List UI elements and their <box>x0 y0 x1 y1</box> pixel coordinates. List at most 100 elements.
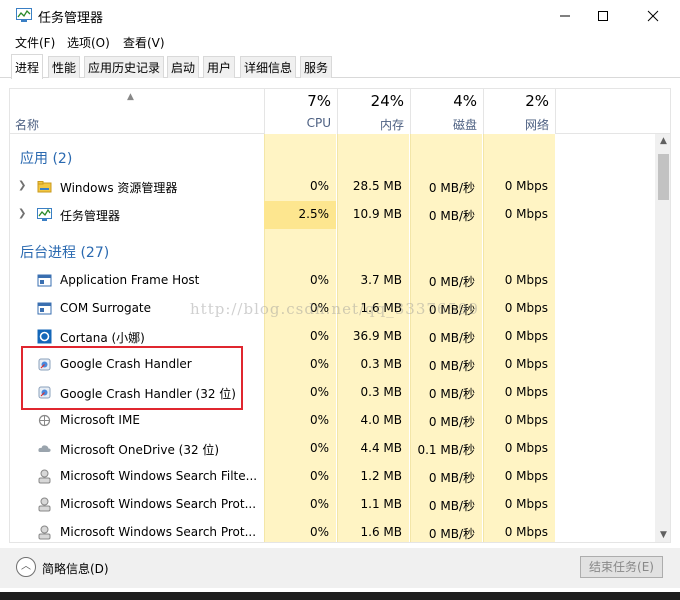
process-name: Microsoft Windows Search Prot... <box>60 525 256 539</box>
network-value: 0 Mbps <box>504 179 548 193</box>
column-cpu[interactable]: 7% CPU <box>264 89 337 134</box>
cpu-label: CPU <box>306 116 331 130</box>
cortana-icon <box>37 329 52 344</box>
onedrive-icon <box>38 445 51 452</box>
close-button[interactable] <box>630 0 676 31</box>
memory-value: 4.0 MB <box>360 413 402 427</box>
network-value: 0 Mbps <box>504 441 548 455</box>
disk-label: 磁盘 <box>452 118 477 132</box>
maximize-icon <box>598 10 608 21</box>
google-update-icon <box>38 358 51 371</box>
cpu-value: 0% <box>309 441 329 455</box>
memory-value: 4.4 MB <box>360 441 402 455</box>
tab-startup[interactable]: 启动 <box>167 56 200 78</box>
column-network[interactable]: 2% 网络 <box>483 89 556 134</box>
network-value: 0 Mbps <box>504 207 548 221</box>
fewer-details-chevron-icon[interactable]: ︿ <box>16 557 36 577</box>
menu-view[interactable]: 查看(V) <box>123 34 165 51</box>
memory-label: 内存 <box>379 118 404 132</box>
tab-app-history[interactable]: 应用历史记录 <box>84 56 165 78</box>
process-name: Microsoft IME <box>60 413 140 427</box>
memory-value: 0.3 MB <box>360 357 402 371</box>
process-row[interactable]: ❯ 任务管理器 2.5% 10.9 MB 0 MB/秒 0 Mbps <box>10 201 655 229</box>
close-icon <box>647 10 659 21</box>
column-memory[interactable]: 24% 内存 <box>337 89 410 134</box>
network-value: 0 Mbps <box>504 497 548 511</box>
network-value: 0 Mbps <box>504 525 548 539</box>
cpu-value: 2.5% <box>298 207 330 221</box>
menu-options[interactable]: 选项(O) <box>67 34 110 51</box>
process-row[interactable]: Microsoft OneDrive (32 位) 0% 4.4 MB 0.1 MB/… <box>10 435 655 463</box>
disk-total: 4% <box>453 92 477 110</box>
tab-processes[interactable]: 进程 <box>11 54 44 79</box>
process-row[interactable]: Microsoft Windows Search Filte... 0% 1.2 M… <box>10 463 655 491</box>
scroll-down-icon[interactable]: ▼ <box>655 530 670 542</box>
group-background[interactable]: 后台进程 (27) <box>20 242 109 262</box>
ime-icon <box>38 414 51 427</box>
task-manager-icon <box>16 8 32 22</box>
tab-services[interactable]: 服务 <box>300 56 333 78</box>
menu-file[interactable]: 文件(F) <box>15 34 55 51</box>
disk-value: 0 MB/秒 <box>428 499 475 513</box>
memory-value: 28.5 MB <box>352 179 402 193</box>
disk-value: 0 MB/秒 <box>428 415 475 429</box>
memory-value: 1.2 MB <box>360 469 402 483</box>
vertical-scrollbar[interactable]: ▲ ▼ <box>655 134 670 542</box>
fewer-details-link[interactable]: 简略信息(D) <box>42 560 109 577</box>
expand-chevron-icon[interactable]: ❯ <box>18 180 26 191</box>
watermark-text: http://blog.csdn.net/qq_33376599 <box>190 300 480 318</box>
disk-value: 0 MB/秒 <box>428 527 475 541</box>
process-name: Windows 资源管理器 <box>60 181 178 195</box>
title-bar[interactable]: 任务管理器 <box>0 0 680 31</box>
disk-value: 0 MB/秒 <box>428 181 475 195</box>
memory-value: 1.1 MB <box>360 497 402 511</box>
process-row[interactable]: Application Frame Host 0% 3.7 MB 0 MB/秒 0 Mb… <box>10 267 655 295</box>
cpu-value: 0% <box>309 357 329 371</box>
scroll-up-icon[interactable]: ▲ <box>655 136 670 150</box>
end-task-button[interactable]: 结束任务(E) <box>580 556 663 578</box>
network-value: 0 Mbps <box>504 329 548 343</box>
process-row[interactable]: Cortana (小娜) 0% 36.9 MB 0 MB/秒 0 Mbps <box>10 323 655 351</box>
process-row[interactable]: Microsoft Windows Search Prot... 0% 1.6 MB… <box>10 519 655 542</box>
process-row[interactable]: Google Crash Handler (32 位) 0% 0.3 MB 0 MB/… <box>10 379 655 407</box>
search-service-icon <box>38 469 51 484</box>
expand-chevron-icon[interactable]: ❯ <box>18 208 26 219</box>
process-name: Google Crash Handler (32 位) <box>60 387 236 401</box>
memory-total: 24% <box>370 92 404 110</box>
task-manager-window: 任务管理器 文件(F) 选项(O) 查看(V) 进程 性能 应用历史记录 启动 … <box>0 0 680 600</box>
column-name[interactable]: 名称 <box>15 116 39 133</box>
footer-bar: ︿ 简略信息(D) 结束任务(E) <box>0 548 680 588</box>
minimize-icon <box>560 15 570 16</box>
cpu-value: 0% <box>309 179 329 193</box>
cpu-total: 7% <box>307 92 331 110</box>
process-row[interactable]: ❯ Windows 资源管理器 0% 28.5 MB 0 MB/秒 0 Mbps <box>10 173 655 201</box>
search-service-icon <box>38 497 51 512</box>
group-apps[interactable]: 应用 (2) <box>20 148 72 168</box>
tab-users[interactable]: 用户 <box>203 56 236 78</box>
process-row[interactable]: Microsoft Windows Search Prot... 0% 1.1 MB… <box>10 491 655 519</box>
window-title: 任务管理器 <box>38 11 104 26</box>
process-row[interactable]: Google Crash Handler 0% 0.3 MB 0 MB/秒 0 Mbps <box>10 351 655 379</box>
memory-value: 3.7 MB <box>360 273 402 287</box>
tab-details[interactable]: 详细信息 <box>240 56 297 78</box>
scroll-thumb[interactable] <box>658 154 669 200</box>
cpu-value: 0% <box>309 329 329 343</box>
network-total: 2% <box>525 92 549 110</box>
process-row[interactable]: Microsoft IME 0% 4.0 MB 0 MB/秒 0 Mbps <box>10 407 655 435</box>
disk-value: 0 MB/秒 <box>428 387 475 401</box>
network-value: 0 Mbps <box>504 357 548 371</box>
tab-strip: 进程 性能 应用历史记录 启动 用户 详细信息 服务 <box>0 54 680 79</box>
disk-value: 0 MB/秒 <box>428 331 475 345</box>
network-value: 0 Mbps <box>504 413 548 427</box>
taskbar-edge <box>0 592 680 600</box>
window-app-icon <box>37 302 52 315</box>
cpu-value: 0% <box>309 497 329 511</box>
tab-performance[interactable]: 性能 <box>48 56 81 78</box>
maximize-button[interactable] <box>580 0 626 31</box>
process-name: Microsoft OneDrive (32 位) <box>60 443 220 457</box>
disk-value: 0 MB/秒 <box>428 209 475 223</box>
disk-value: 0 MB/秒 <box>428 275 475 289</box>
disk-value: 0 MB/秒 <box>428 471 475 485</box>
column-disk[interactable]: 4% 磁盘 <box>410 89 483 134</box>
memory-value: 0.3 MB <box>360 385 402 399</box>
